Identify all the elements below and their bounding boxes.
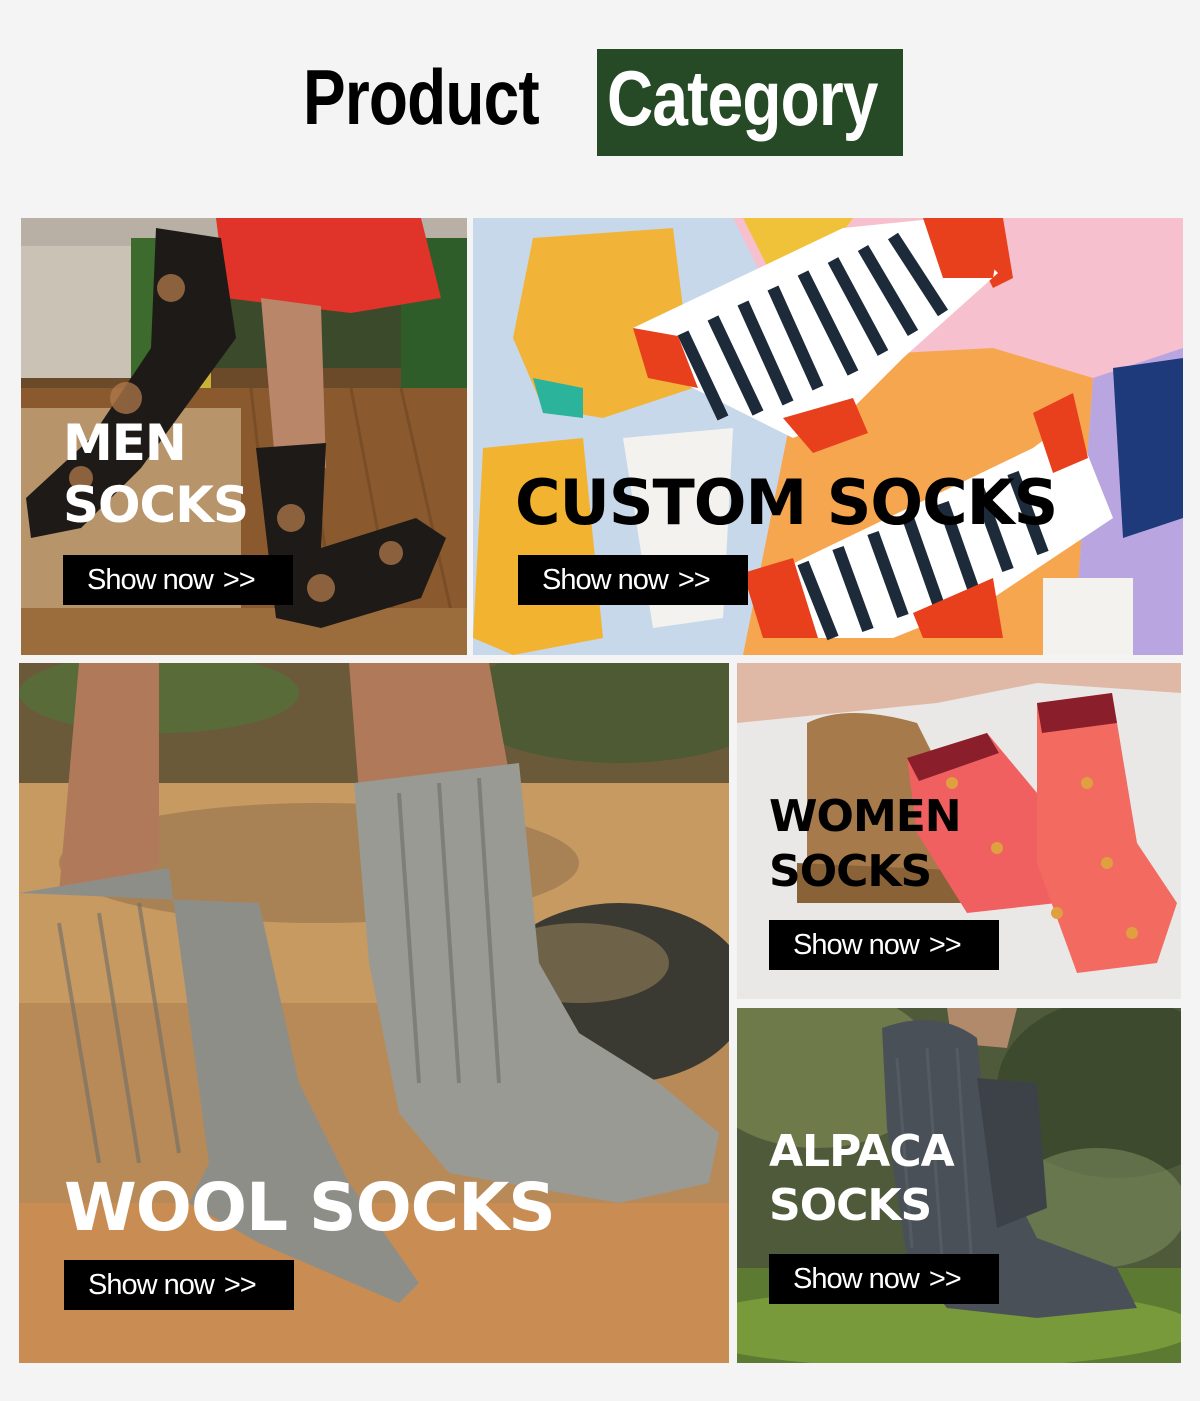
alpaca-socks-title-line1: ALPACA [769,1126,955,1177]
wool-socks-button-label: Show now [88,1269,215,1301]
alpaca-socks-show-now-button[interactable]: Show now >> [769,1254,999,1304]
tile-custom-socks[interactable]: CUSTOM SOCKS Show now >> [473,218,1183,655]
title-product: Product [303,53,540,141]
women-socks-button-label: Show now [793,929,920,961]
women-socks-show-now-button[interactable]: Show now >> [769,920,999,970]
double-chevron-right-icon: >> [928,1263,962,1295]
men-socks-title-line1: MEN [63,414,187,472]
tile-women-socks[interactable]: WOMEN SOCKS Show now >> [737,663,1181,999]
tile-alpaca-socks[interactable]: ALPACA SOCKS Show now >> [737,1008,1181,1363]
men-socks-button-label: Show now [87,564,214,596]
double-chevron-right-icon: >> [223,1269,257,1301]
section-header: Product Category [0,0,1200,190]
title-category-box: Category [597,49,903,156]
tile-wool-socks[interactable]: WOOL SOCKS Show now >> [19,663,729,1363]
wool-socks-image [19,663,729,1363]
double-chevron-right-icon: >> [677,564,711,596]
men-socks-title-line2: SOCKS [63,476,249,534]
custom-socks-show-now-button[interactable]: Show now >> [518,555,748,605]
women-socks-title-line2: SOCKS [769,846,932,897]
alpaca-socks-title-line2: SOCKS [769,1180,932,1231]
wool-socks-show-now-button[interactable]: Show now >> [64,1260,294,1310]
custom-socks-title: CUSTOM SOCKS [515,466,1058,539]
women-socks-title-line1: WOMEN [769,791,962,842]
double-chevron-right-icon: >> [928,929,962,961]
title-category: Category [607,54,878,142]
men-socks-show-now-button[interactable]: Show now >> [63,555,293,605]
custom-socks-button-label: Show now [542,564,669,596]
double-chevron-right-icon: >> [222,564,256,596]
tile-men-socks[interactable]: MEN SOCKS Show now >> [21,218,467,655]
alpaca-socks-button-label: Show now [793,1263,920,1295]
wool-socks-title: WOOL SOCKS [64,1169,556,1246]
